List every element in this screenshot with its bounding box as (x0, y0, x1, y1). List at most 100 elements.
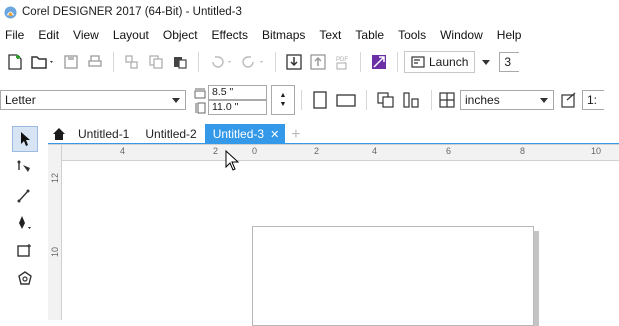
window-title: Corel DESIGNER 2017 (64-Bit) - Untitled-… (22, 6, 242, 18)
scale-value: 1: (587, 93, 598, 107)
spin-up-icon[interactable]: ▲ (280, 91, 287, 100)
all-pages-button[interactable] (376, 89, 396, 111)
toolbar-separator (366, 90, 367, 110)
cut-button[interactable] (123, 51, 141, 73)
horizontal-ruler[interactable]: 4 2 0 2 4 6 8 10 (62, 144, 619, 161)
scale-field[interactable]: 1: (582, 90, 604, 110)
publish-pdf-button[interactable]: PDF (333, 51, 351, 73)
copy-button[interactable] (147, 51, 165, 73)
export-button[interactable] (309, 51, 327, 73)
tab-untitled-1[interactable]: Untitled-1 (70, 124, 137, 144)
freehand-tool[interactable] (12, 182, 38, 208)
toolbar-separator (397, 52, 398, 72)
page-size-select[interactable]: Letter (0, 90, 186, 110)
tab-label: Untitled-3 (212, 127, 265, 141)
menu-tools[interactable]: Tools (392, 28, 434, 42)
shape-edit-icon (17, 160, 30, 172)
home-icon (53, 128, 65, 140)
menu-layout[interactable]: Layout (107, 28, 157, 42)
property-bar: Letter 8.5 " 11.0 " ▲ ▼ inches 1: (0, 82, 619, 118)
shape-tool[interactable] (12, 154, 38, 180)
vertical-ruler[interactable]: 12 10 (48, 161, 62, 320)
redo-icon (242, 56, 263, 68)
ruler-label: 4 (372, 146, 378, 156)
launch-dropdown[interactable]: Launch (404, 51, 476, 73)
menu-text[interactable]: Text (313, 28, 349, 42)
menu-bar: File Edit View Layout Object Effects Bit… (0, 24, 619, 46)
document-tabs: Untitled-1 Untitled-2 Untitled-3 ✕ + (48, 124, 619, 144)
ruler-label: 10 (591, 146, 602, 156)
menu-file[interactable]: File (0, 28, 32, 42)
ruler-label: 10 (50, 246, 61, 258)
units-icon (439, 92, 455, 108)
save-button[interactable] (62, 51, 80, 73)
toolbar-separator (275, 52, 276, 72)
menu-window[interactable]: Window (434, 28, 491, 42)
toolbox (0, 124, 46, 320)
page-size-value: Letter (5, 93, 36, 107)
import-icon (286, 54, 302, 70)
tab-home[interactable] (48, 124, 70, 144)
cut-icon (125, 55, 138, 69)
portrait-icon (313, 91, 327, 109)
ruler-label: 4 (120, 146, 126, 156)
zoom-level-field[interactable]: 3 (499, 52, 520, 72)
new-tab-icon[interactable]: + (285, 126, 306, 144)
current-page-button[interactable] (402, 89, 422, 111)
print-button[interactable] (86, 51, 104, 73)
import-button[interactable] (285, 51, 303, 73)
toolbar-separator (113, 52, 114, 72)
ruler-origin[interactable] (48, 144, 62, 161)
redo-button[interactable] (240, 51, 266, 73)
ruler-label: 12 (50, 172, 61, 184)
dimension-spinner[interactable]: ▲ ▼ (271, 85, 295, 115)
fill-tool[interactable] (12, 210, 38, 236)
toolbar-separator (431, 90, 432, 110)
spin-down-icon[interactable]: ▼ (280, 100, 287, 109)
paste-icon (174, 57, 187, 69)
open-button[interactable] (30, 51, 56, 73)
menu-edit[interactable]: Edit (32, 28, 67, 42)
connect-icon (372, 55, 386, 69)
menu-table[interactable]: Table (349, 28, 392, 42)
all-pages-icon (377, 92, 394, 108)
copy-icon (149, 55, 163, 69)
app-logo-icon (4, 5, 17, 19)
export-icon (310, 54, 326, 70)
ruler-label: 8 (520, 146, 526, 156)
rectangle-icon (17, 244, 31, 257)
landscape-button[interactable] (335, 89, 357, 111)
corel-connect-button[interactable] (370, 51, 388, 73)
chevron-down-icon (540, 98, 548, 103)
toolbar-separator (301, 90, 302, 110)
menu-help[interactable]: Help (491, 28, 530, 42)
paste-button[interactable] (171, 51, 189, 73)
page-shadow (534, 231, 539, 326)
units-select[interactable]: inches (460, 90, 554, 110)
chevron-down-icon[interactable] (479, 56, 493, 68)
menu-effects[interactable]: Effects (206, 28, 256, 42)
close-tab-icon[interactable]: ✕ (270, 128, 279, 141)
drawing-canvas[interactable] (62, 161, 619, 326)
polygon-tool[interactable] (12, 266, 38, 292)
new-document-button[interactable] (6, 51, 24, 73)
document-page[interactable] (252, 226, 534, 326)
tab-untitled-3[interactable]: Untitled-3 ✕ (204, 124, 286, 144)
portrait-button[interactable] (311, 89, 329, 111)
line-tool-icon (17, 189, 30, 203)
tab-untitled-2[interactable]: Untitled-2 (137, 124, 204, 144)
rectangle-tool[interactable] (12, 238, 38, 264)
page-dimensions: 8.5 " 11.0 " (194, 85, 267, 115)
toolbar-separator (360, 52, 361, 72)
ruler-label: 6 (446, 146, 452, 156)
menu-object[interactable]: Object (157, 28, 206, 42)
toolbar-separator (198, 52, 199, 72)
menu-view[interactable]: View (67, 28, 107, 42)
pick-tool[interactable] (12, 126, 38, 152)
menu-bitmaps[interactable]: Bitmaps (256, 28, 313, 42)
undo-button[interactable] (208, 51, 234, 73)
drawing-scale-icon[interactable] (560, 91, 578, 109)
page-height-input[interactable]: 11.0 " (208, 100, 267, 115)
page-width-input[interactable]: 8.5 " (208, 85, 267, 100)
polygon-icon (18, 271, 32, 285)
